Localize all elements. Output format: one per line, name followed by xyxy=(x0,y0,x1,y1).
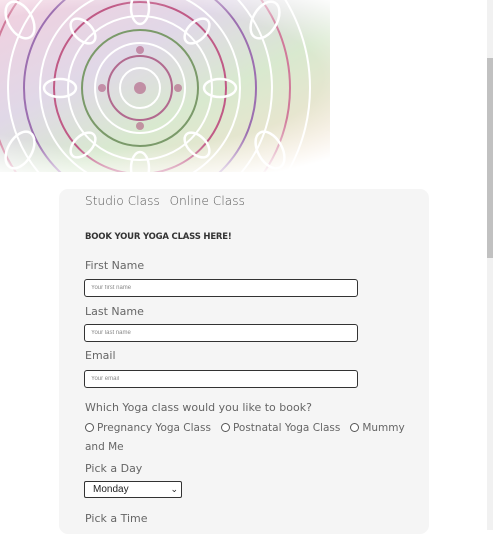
day-select[interactable]: Monday ⌄ xyxy=(84,481,182,498)
last-name-label: Last Name xyxy=(85,305,144,318)
class-question-label: Which Yoga class would you like to book? xyxy=(85,401,312,414)
email-field[interactable] xyxy=(84,370,358,388)
radio-circle-icon[interactable] xyxy=(350,422,360,432)
day-label: Pick a Day xyxy=(85,462,143,475)
class-type-tabs: Studio Class Online Class xyxy=(85,194,251,208)
radio-pregnancy-yoga[interactable]: Pregnancy Yoga Class xyxy=(85,422,211,434)
tab-studio-class[interactable]: Studio Class xyxy=(85,194,160,208)
radio-postnatal-yoga[interactable]: Postnatal Yoga Class xyxy=(220,422,340,434)
tab-online-class[interactable]: Online Class xyxy=(170,194,245,208)
first-name-field[interactable] xyxy=(84,279,358,297)
email-label: Email xyxy=(85,349,116,362)
class-options: Pregnancy Yoga Class Postnatal Yoga Clas… xyxy=(85,419,415,457)
booking-card: Studio Class Online Class BOOK YOUR YOGA… xyxy=(59,189,429,534)
scrollbar-thumb[interactable] xyxy=(487,58,493,258)
mandala-pattern xyxy=(0,0,487,172)
hero-mandala-image xyxy=(0,0,487,172)
radio-circle-icon[interactable] xyxy=(220,422,230,432)
last-name-field[interactable] xyxy=(84,324,358,342)
time-label: Pick a Time xyxy=(85,512,148,525)
day-select-value: Monday xyxy=(93,484,129,495)
radio-circle-icon[interactable] xyxy=(85,422,94,432)
booking-heading: BOOK YOUR YOGA CLASS HERE! xyxy=(85,232,232,242)
page-scrollbar[interactable] xyxy=(487,0,493,530)
first-name-label: First Name xyxy=(85,259,145,272)
chevron-down-icon: ⌄ xyxy=(170,484,178,494)
